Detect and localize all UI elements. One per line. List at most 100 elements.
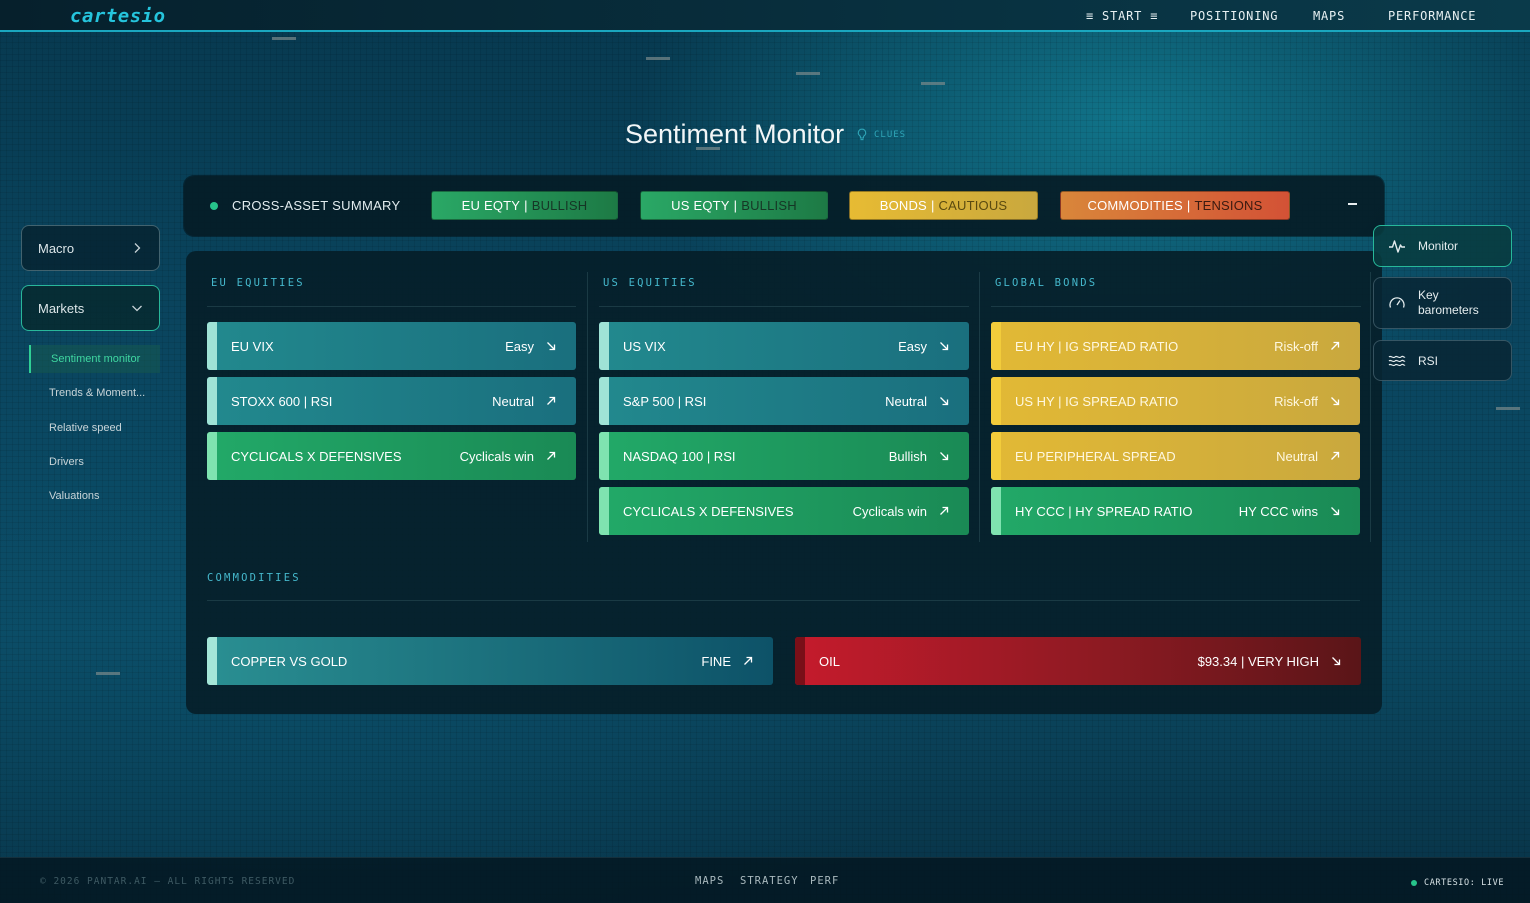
right-tab-monitor[interactable]: Monitor [1373,225,1512,267]
right-tab-key-barometers[interactable]: Key barometers [1373,277,1512,329]
card-label: COPPER VS GOLD [231,653,348,669]
right-tab-label: Monitor [1418,239,1459,253]
pill-asset: US EQTY [671,198,730,213]
pill-status: CAUTIOUS [938,198,1008,213]
nav-performance[interactable]: PERFORMANCE [1388,9,1476,23]
nav-positioning[interactable]: POSITIONING [1190,9,1278,23]
pill-separator: | [733,198,738,213]
arrow-up-right-icon [940,506,949,515]
card-value: Cyclicals win [459,448,534,464]
summary-pill-eu-eqty[interactable]: EU EQTY | BULLISH [431,191,618,220]
footer-link-maps[interactable]: MAPS [695,875,724,887]
arrow-up-right-icon [547,396,556,405]
card-value: Cyclicals win [852,503,927,519]
nav-maps[interactable]: MAPS [1313,9,1345,23]
card-label: NASDAQ 100 | RSI [623,448,736,464]
collapse-summary-button[interactable] [1344,196,1360,212]
divider [991,306,1361,307]
card-value: Easy [898,338,927,354]
decor-dash [272,37,296,40]
pill-asset: BONDS [879,198,927,213]
arrow-up-right-icon [1331,451,1340,460]
sentiment-card[interactable]: HY CCC | HY SPREAD RATIO HY CCC wins [991,487,1360,535]
right-tab-rsi[interactable]: RSI [1373,340,1512,381]
sidebar-subitem-relative-speed[interactable]: Relative speed [49,422,122,434]
sentiment-card[interactable]: CYCLICALS X DEFENSIVES Cyclicals win [599,487,969,535]
card-value: FINE [701,653,731,669]
sidebar-subitem-trends-momentum[interactable]: Trends & Moment... [49,387,145,399]
pill-separator: | [524,198,528,213]
section-title-us-equities: US EQUITIES [603,277,697,289]
card-label: S&P 500 | RSI [623,393,707,409]
live-status: CARTESIO: LIVE [1424,878,1505,888]
gauge-icon [1389,297,1405,308]
card-value: HY CCC wins [1238,503,1318,519]
summary-pill-bonds[interactable]: BONDS | CAUTIOUS [849,191,1038,220]
brand-logo[interactable]: cartesio [70,5,166,27]
sentiment-card[interactable]: EU VIX Easy [207,322,576,370]
pill-separator: | [1186,198,1191,213]
sidebar-item-macro[interactable]: Macro [21,225,160,271]
arrow-down-right-icon [940,452,949,461]
divider [979,272,980,542]
clues-button[interactable]: CLUES [856,128,906,142]
card-label: EU VIX [231,338,274,354]
summary-label: CROSS-ASSET SUMMARY [232,198,401,213]
summary-pill-commodities[interactable]: COMMODITIES | TENSIONS [1060,191,1290,220]
right-tab-label-line: barometers [1418,303,1479,317]
decor-dash [796,72,820,75]
chevron-right-icon [134,243,141,253]
card-label: EU PERIPHERAL SPREAD [1015,448,1176,464]
pill-asset: COMMODITIES [1087,198,1183,213]
summary-pill-us-eqty[interactable]: US EQTY | BULLISH [640,191,828,220]
sentiment-card[interactable]: US VIX Easy [599,322,969,370]
sentiment-card[interactable]: S&P 500 | RSI Neutral [599,377,969,425]
card-label: CYCLICALS X DEFENSIVES [623,503,794,519]
waves-icon [1388,355,1406,366]
pill-separator: | [930,198,935,213]
sentiment-card[interactable]: COPPER VS GOLD FINE [207,637,773,685]
sidebar-subitem-drivers[interactable]: Drivers [49,456,84,468]
sidebar-subitem-valuations[interactable]: Valuations [49,490,100,502]
pill-asset: EU EQTY [461,198,521,213]
sidebar-item-markets[interactable]: Markets [21,285,160,331]
decor-dash [921,82,945,85]
footer-link-strategy[interactable]: STRATEGY [740,875,799,887]
arrow-down-right-icon [1331,507,1340,516]
arrow-up-right-icon [1331,341,1340,350]
divider [587,272,588,542]
arrow-down-right-icon [547,342,556,351]
card-label: CYCLICALS X DEFENSIVES [231,448,402,464]
section-title-eu-equities: EU EQUITIES [211,277,305,289]
sentiment-card[interactable]: OIL $93.34 | VERY HIGH [795,637,1361,685]
pill-status: BULLISH [531,198,588,213]
pill-status: TENSIONS [1194,198,1263,213]
sidebar-item-label: Macro [38,240,75,256]
footer-link-perf[interactable]: PERF [810,875,839,887]
lightbulb-icon [857,128,867,141]
nav-start[interactable]: ≡ START ≡ [1086,9,1158,23]
pulse-icon [1389,240,1405,253]
section-title-global-bonds: GLOBAL BONDS [995,277,1098,289]
sentiment-card[interactable]: US HY | IG SPREAD RATIO Risk-off [991,377,1360,425]
divider [207,306,576,307]
page-title: Sentiment Monitor [625,119,845,149]
sentiment-card[interactable]: EU PERIPHERAL SPREAD Neutral [991,432,1360,480]
sentiment-card[interactable]: STOXX 600 | RSI Neutral [207,377,576,425]
clues-label: CLUES [874,130,907,140]
card-value: Risk-off [1274,338,1318,354]
sentiment-card[interactable]: CYCLICALS X DEFENSIVES Cyclicals win [207,432,576,480]
arrow-up-right-icon [744,656,753,665]
arrow-down-right-icon [940,342,949,351]
pill-status: BULLISH [741,198,797,213]
card-value: Neutral [492,393,534,409]
right-tab-label: Key barometers [1418,288,1479,318]
right-tab-label: RSI [1418,353,1439,368]
live-status-dot [1411,880,1417,886]
divider [599,306,969,307]
sidebar-subitem-sentiment-monitor[interactable]: Sentiment monitor [51,353,140,365]
sentiment-card[interactable]: EU HY | IG SPREAD RATIO Risk-off [991,322,1360,370]
sidebar-item-label: Markets [38,300,85,316]
sentiment-card[interactable]: NASDAQ 100 | RSI Bullish [599,432,969,480]
card-value: Bullish [888,448,927,464]
